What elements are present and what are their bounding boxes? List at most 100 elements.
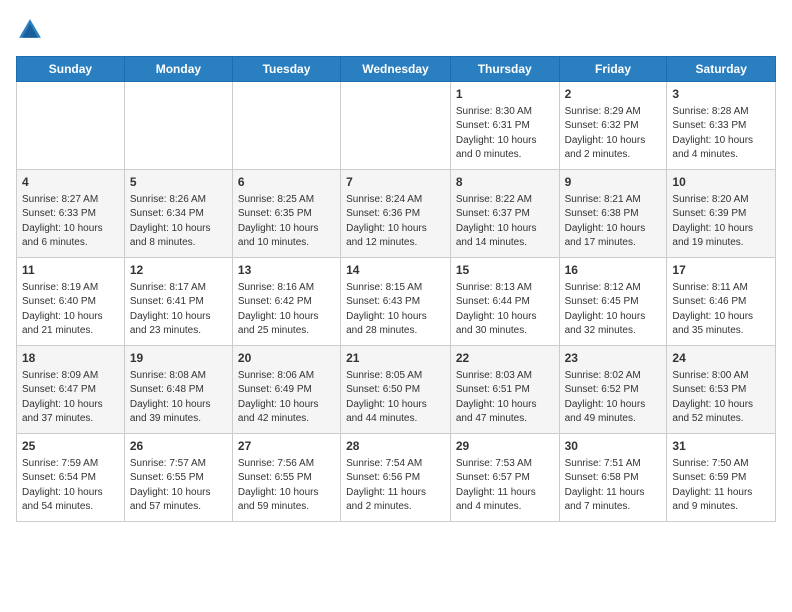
day-info: Sunrise: 8:20 AM Sunset: 6:39 PM Dayligh… <box>672 193 770 251</box>
day-info: Sunrise: 8:19 AM Sunset: 6:40 PM Dayligh… <box>22 281 119 339</box>
calendar-cell: 2 Sunrise: 8:29 AM Sunset: 6:32 PM Daylig… <box>559 82 667 170</box>
day-number: 17 <box>672 262 770 279</box>
day-info: Sunrise: 8:21 AM Sunset: 6:38 PM Dayligh… <box>565 193 662 251</box>
calendar-header: SundayMondayTuesdayWednesdayThursdayFrid… <box>17 57 776 82</box>
calendar-cell: 21 Sunrise: 8:05 AM Sunset: 6:50 PM Dayli… <box>341 346 451 434</box>
calendar-cell: 8Sunrise: 8:22 AM Sunset: 6:37 PM Daylig… <box>450 170 559 258</box>
week-row-2: 11 Sunrise: 8:19 AM Sunset: 6:40 PM Dayli… <box>17 258 776 346</box>
day-number: 10 <box>672 174 770 191</box>
day-info: Sunrise: 8:00 AM Sunset: 6:53 PM Dayligh… <box>672 369 770 427</box>
weekday-wednesday: Wednesday <box>341 57 451 82</box>
day-info: Sunrise: 8:11 AM Sunset: 6:46 PM Dayligh… <box>672 281 770 339</box>
calendar-cell: 30Sunrise: 7:51 AM Sunset: 6:58 PM Dayli… <box>559 434 667 522</box>
weekday-friday: Friday <box>559 57 667 82</box>
calendar-cell: 6 Sunrise: 8:25 AM Sunset: 6:35 PM Daylig… <box>232 170 340 258</box>
calendar-cell: 18 Sunrise: 8:09 AM Sunset: 6:47 PM Dayli… <box>17 346 125 434</box>
day-number: 7 <box>346 174 445 191</box>
calendar-cell <box>341 82 451 170</box>
day-info: Sunrise: 8:08 AM Sunset: 6:48 PM Dayligh… <box>130 369 227 427</box>
day-info: Sunrise: 8:05 AM Sunset: 6:50 PM Dayligh… <box>346 369 445 427</box>
calendar-cell: 7 Sunrise: 8:24 AM Sunset: 6:36 PM Daylig… <box>341 170 451 258</box>
weekday-tuesday: Tuesday <box>232 57 340 82</box>
calendar-cell: 13 Sunrise: 8:16 AM Sunset: 6:42 PM Dayli… <box>232 258 340 346</box>
day-info: Sunrise: 8:09 AM Sunset: 6:47 PM Dayligh… <box>22 369 119 427</box>
calendar-cell: 25 Sunrise: 7:59 AM Sunset: 6:54 PM Dayli… <box>17 434 125 522</box>
day-number: 2 <box>565 86 662 103</box>
day-number: 1 <box>456 86 554 103</box>
calendar-cell: 28 Sunrise: 7:54 AM Sunset: 6:56 PM Dayli… <box>341 434 451 522</box>
day-number: 25 <box>22 438 119 455</box>
calendar-cell: 14 Sunrise: 8:15 AM Sunset: 6:43 PM Dayli… <box>341 258 451 346</box>
calendar-cell: 3 Sunrise: 8:28 AM Sunset: 6:33 PM Daylig… <box>667 82 776 170</box>
day-info: Sunrise: 8:03 AM Sunset: 6:51 PM Dayligh… <box>456 369 554 427</box>
calendar-cell: 26Sunrise: 7:57 AM Sunset: 6:55 PM Dayli… <box>124 434 232 522</box>
calendar-cell: 23 Sunrise: 8:02 AM Sunset: 6:52 PM Dayli… <box>559 346 667 434</box>
calendar-cell: 10 Sunrise: 8:20 AM Sunset: 6:39 PM Dayli… <box>667 170 776 258</box>
day-number: 15 <box>456 262 554 279</box>
day-info: Sunrise: 8:26 AM Sunset: 6:34 PM Dayligh… <box>130 193 227 251</box>
day-info: Sunrise: 8:29 AM Sunset: 6:32 PM Dayligh… <box>565 105 662 163</box>
day-number: 28 <box>346 438 445 455</box>
weekday-monday: Monday <box>124 57 232 82</box>
calendar-cell <box>124 82 232 170</box>
day-number: 13 <box>238 262 335 279</box>
day-number: 22 <box>456 350 554 367</box>
day-number: 18 <box>22 350 119 367</box>
calendar-cell: 19 Sunrise: 8:08 AM Sunset: 6:48 PM Dayli… <box>124 346 232 434</box>
week-row-1: 4Sunrise: 8:27 AM Sunset: 6:33 PM Daylig… <box>17 170 776 258</box>
weekday-header-row: SundayMondayTuesdayWednesdayThursdayFrid… <box>17 57 776 82</box>
day-number: 24 <box>672 350 770 367</box>
calendar-cell: 5 Sunrise: 8:26 AM Sunset: 6:34 PM Daylig… <box>124 170 232 258</box>
calendar-cell <box>17 82 125 170</box>
calendar-table: SundayMondayTuesdayWednesdayThursdayFrid… <box>16 56 776 522</box>
calendar-cell: 15 Sunrise: 8:13 AM Sunset: 6:44 PM Dayli… <box>450 258 559 346</box>
calendar-cell: 22 Sunrise: 8:03 AM Sunset: 6:51 PM Dayli… <box>450 346 559 434</box>
day-info: Sunrise: 8:13 AM Sunset: 6:44 PM Dayligh… <box>456 281 554 339</box>
calendar-cell: 20Sunrise: 8:06 AM Sunset: 6:49 PM Dayli… <box>232 346 340 434</box>
day-number: 3 <box>672 86 770 103</box>
day-number: 31 <box>672 438 770 455</box>
day-number: 26 <box>130 438 227 455</box>
calendar-cell: 4Sunrise: 8:27 AM Sunset: 6:33 PM Daylig… <box>17 170 125 258</box>
day-number: 4 <box>22 174 119 191</box>
calendar-body: 1Sunrise: 8:30 AM Sunset: 6:31 PM Daylig… <box>17 82 776 522</box>
day-info: Sunrise: 7:54 AM Sunset: 6:56 PM Dayligh… <box>346 457 445 515</box>
day-number: 14 <box>346 262 445 279</box>
day-number: 27 <box>238 438 335 455</box>
logo <box>16 16 46 44</box>
weekday-thursday: Thursday <box>450 57 559 82</box>
day-info: Sunrise: 8:25 AM Sunset: 6:35 PM Dayligh… <box>238 193 335 251</box>
day-info: Sunrise: 8:12 AM Sunset: 6:45 PM Dayligh… <box>565 281 662 339</box>
day-number: 19 <box>130 350 227 367</box>
week-row-0: 1Sunrise: 8:30 AM Sunset: 6:31 PM Daylig… <box>17 82 776 170</box>
day-info: Sunrise: 8:16 AM Sunset: 6:42 PM Dayligh… <box>238 281 335 339</box>
calendar-cell: 12Sunrise: 8:17 AM Sunset: 6:41 PM Dayli… <box>124 258 232 346</box>
logo-icon <box>16 16 44 44</box>
week-row-4: 25 Sunrise: 7:59 AM Sunset: 6:54 PM Dayli… <box>17 434 776 522</box>
calendar-cell: 9 Sunrise: 8:21 AM Sunset: 6:38 PM Daylig… <box>559 170 667 258</box>
calendar-cell: 1Sunrise: 8:30 AM Sunset: 6:31 PM Daylig… <box>450 82 559 170</box>
day-info: Sunrise: 8:24 AM Sunset: 6:36 PM Dayligh… <box>346 193 445 251</box>
weekday-sunday: Sunday <box>17 57 125 82</box>
day-info: Sunrise: 7:51 AM Sunset: 6:58 PM Dayligh… <box>565 457 662 515</box>
day-info: Sunrise: 8:02 AM Sunset: 6:52 PM Dayligh… <box>565 369 662 427</box>
calendar-cell: 17 Sunrise: 8:11 AM Sunset: 6:46 PM Dayli… <box>667 258 776 346</box>
day-number: 29 <box>456 438 554 455</box>
calendar-cell: 27Sunrise: 7:56 AM Sunset: 6:55 PM Dayli… <box>232 434 340 522</box>
day-info: Sunrise: 7:59 AM Sunset: 6:54 PM Dayligh… <box>22 457 119 515</box>
calendar-cell <box>232 82 340 170</box>
day-number: 21 <box>346 350 445 367</box>
calendar-cell: 11 Sunrise: 8:19 AM Sunset: 6:40 PM Dayli… <box>17 258 125 346</box>
calendar-cell: 24 Sunrise: 8:00 AM Sunset: 6:53 PM Dayli… <box>667 346 776 434</box>
day-info: Sunrise: 8:28 AM Sunset: 6:33 PM Dayligh… <box>672 105 770 163</box>
day-info: Sunrise: 8:15 AM Sunset: 6:43 PM Dayligh… <box>346 281 445 339</box>
day-number: 11 <box>22 262 119 279</box>
day-number: 5 <box>130 174 227 191</box>
day-number: 16 <box>565 262 662 279</box>
day-number: 6 <box>238 174 335 191</box>
day-number: 20 <box>238 350 335 367</box>
day-info: Sunrise: 7:50 AM Sunset: 6:59 PM Dayligh… <box>672 457 770 515</box>
day-number: 9 <box>565 174 662 191</box>
weekday-saturday: Saturday <box>667 57 776 82</box>
day-number: 23 <box>565 350 662 367</box>
